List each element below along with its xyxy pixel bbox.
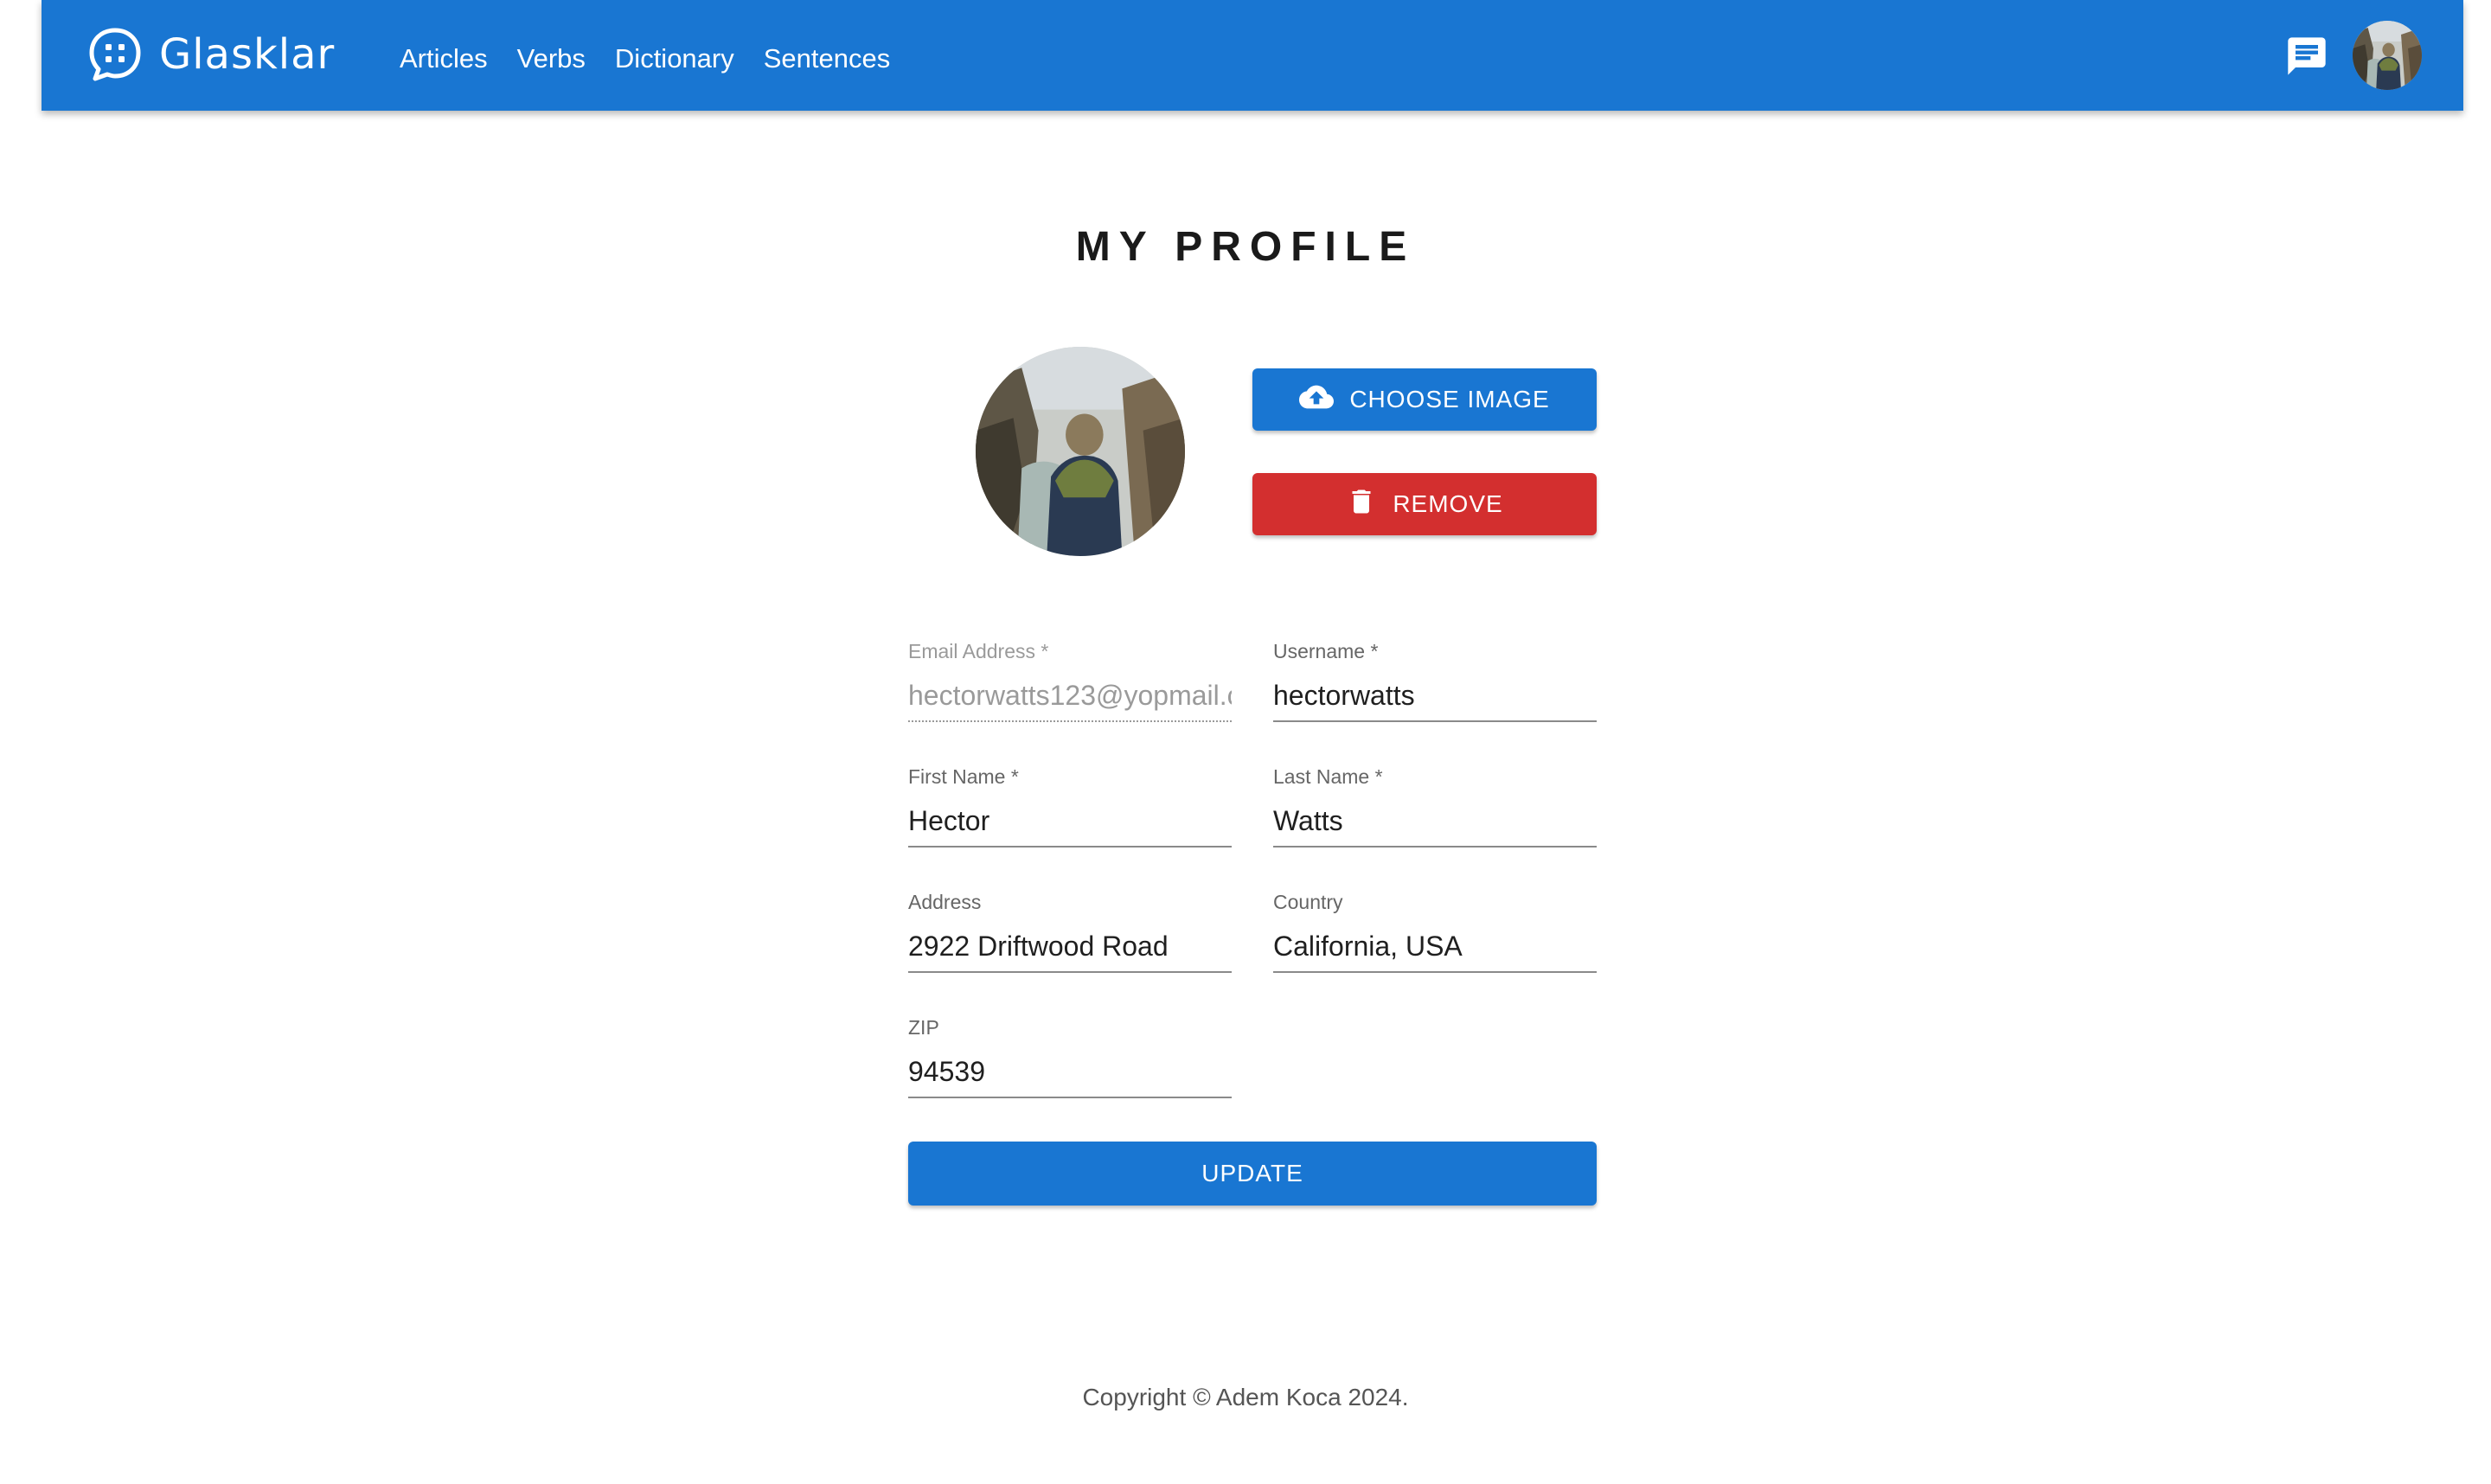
email-input: [908, 676, 1232, 722]
address-label: Address: [908, 891, 982, 913]
country-label: Country: [1273, 891, 1343, 913]
username-input[interactable]: [1273, 676, 1597, 722]
first-name-input[interactable]: [908, 802, 1232, 848]
username-label: Username *: [1273, 640, 1379, 662]
username-field: Username *: [1273, 640, 1597, 722]
address-input[interactable]: [908, 927, 1232, 973]
last-name-label: Last Name *: [1273, 765, 1383, 788]
email-field: Email Address *: [908, 640, 1232, 722]
first-name-field: First Name *: [908, 765, 1232, 848]
choose-image-label: CHOOSE IMAGE: [1349, 386, 1550, 413]
nav-verbs[interactable]: Verbs: [517, 43, 586, 74]
page-title: MY PROFILE: [1075, 224, 1416, 270]
last-name-input[interactable]: [1273, 802, 1597, 848]
main-nav: Articles Verbs Dictionary Sentences: [400, 43, 890, 74]
remove-label: REMOVE: [1393, 490, 1503, 517]
chat-bubble-logo-icon: [86, 26, 144, 83]
profile-photo: [976, 347, 1185, 556]
country-input[interactable]: [1273, 927, 1597, 973]
nav-sentences[interactable]: Sentences: [764, 43, 891, 74]
first-name-label: First Name *: [908, 765, 1019, 788]
message-icon[interactable]: [2284, 34, 2329, 79]
remove-image-button[interactable]: REMOVE: [1252, 473, 1597, 535]
zip-field: ZIP: [908, 1016, 1232, 1098]
footer-copyright: Copyright © Adem Koca 2024.: [1082, 1384, 1409, 1410]
address-field: Address: [908, 891, 1232, 973]
zip-input[interactable]: [908, 1052, 1232, 1098]
update-button[interactable]: UPDATE: [908, 1142, 1597, 1206]
update-label: UPDATE: [1201, 1160, 1303, 1187]
nav-dictionary[interactable]: Dictionary: [615, 43, 734, 74]
email-label: Email Address *: [908, 640, 1049, 662]
last-name-field: Last Name *: [1273, 765, 1597, 848]
nav-articles[interactable]: Articles: [400, 43, 488, 74]
choose-image-button[interactable]: CHOOSE IMAGE: [1252, 368, 1597, 431]
country-field: Country: [1273, 891, 1597, 973]
trash-icon: [1346, 486, 1377, 523]
top-app-bar: Glasklar Articles Verbs Dictionary Sente…: [42, 0, 2463, 111]
zip-label: ZIP: [908, 1016, 939, 1039]
user-avatar[interactable]: [2353, 21, 2422, 90]
cloud-upload-icon: [1299, 380, 1335, 420]
brand-name: Glasklar: [159, 30, 336, 79]
brand[interactable]: Glasklar: [86, 26, 335, 83]
